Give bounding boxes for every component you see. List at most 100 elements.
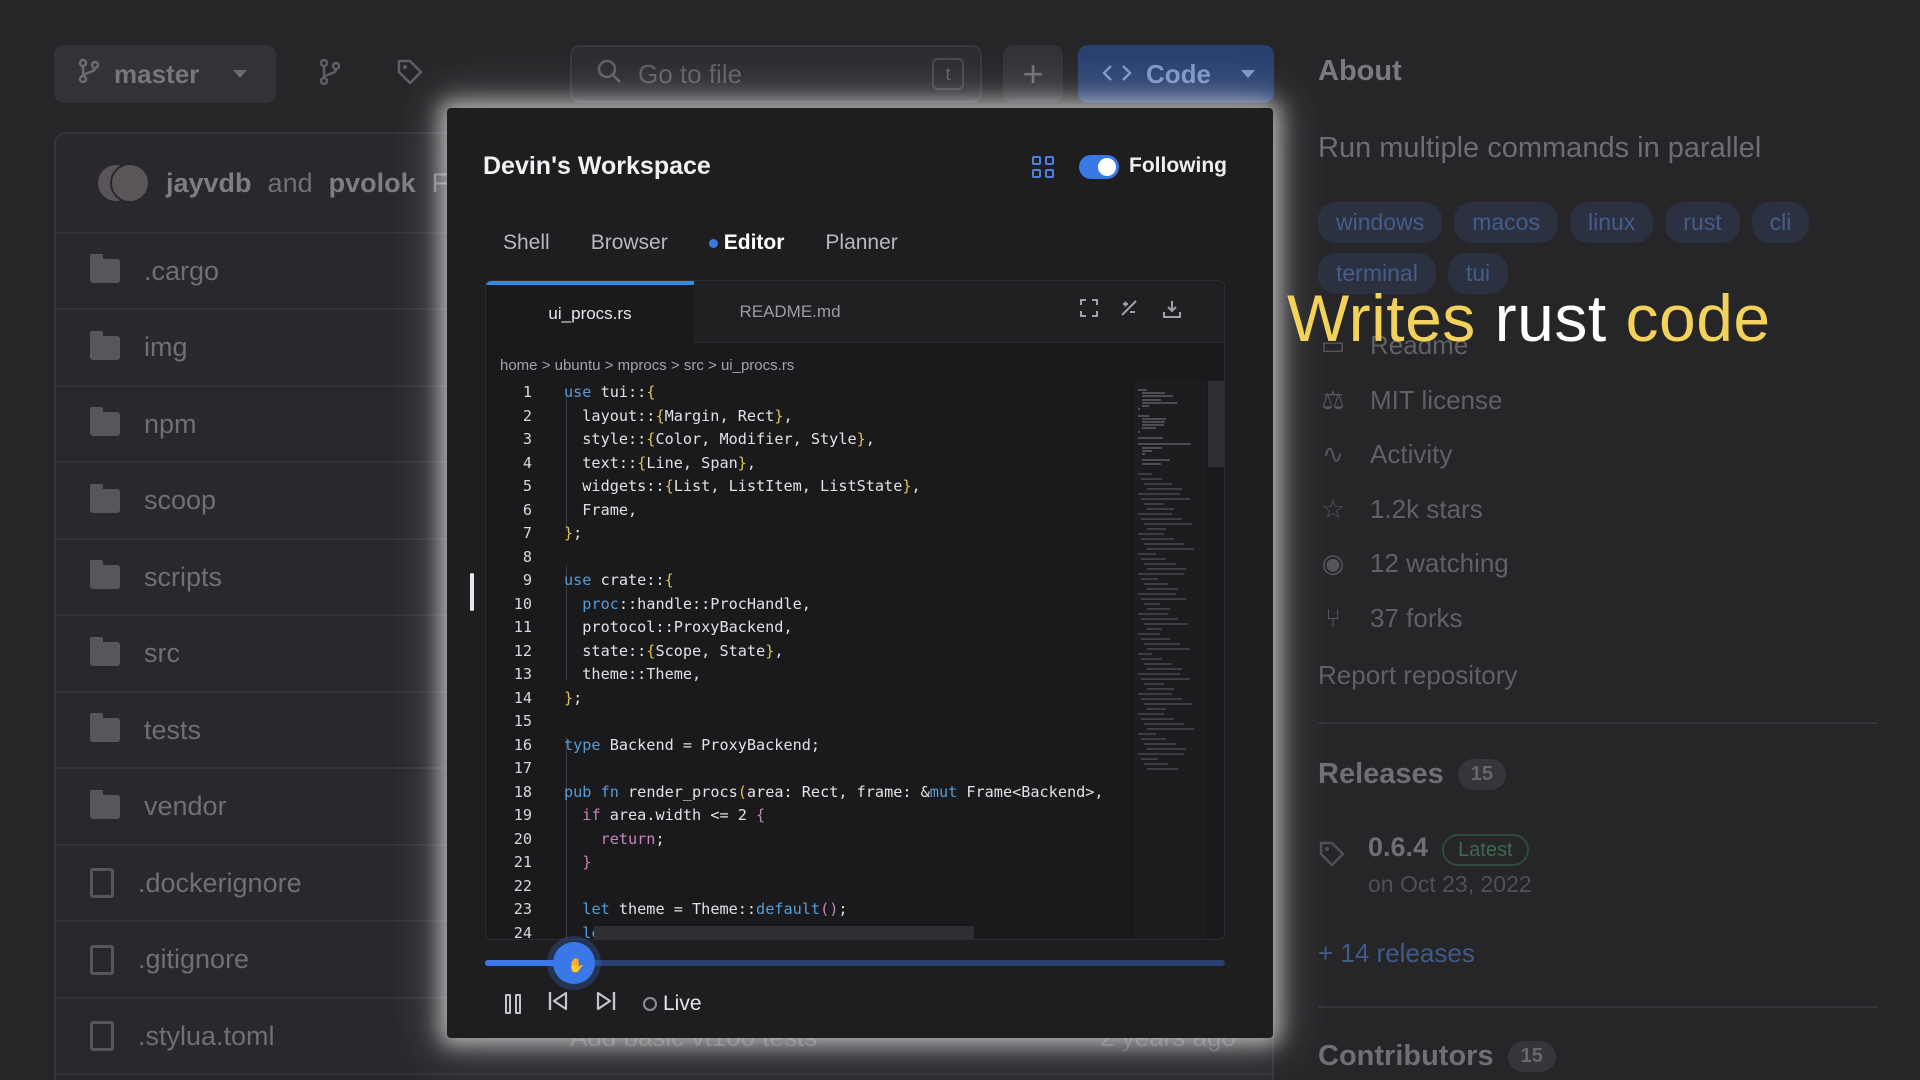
commit-author[interactable]: jayvdb bbox=[166, 168, 252, 199]
file-icon bbox=[90, 868, 114, 898]
minimap-line bbox=[1147, 628, 1162, 630]
about-meta-item[interactable]: ◉ 12 watching bbox=[1318, 548, 1509, 579]
code-line: 8 bbox=[486, 546, 1126, 569]
tab-browser[interactable]: Browser bbox=[591, 231, 668, 255]
vertical-scrollbar[interactable] bbox=[1208, 381, 1224, 467]
code-text: } bbox=[582, 853, 592, 871]
line-number: 7 bbox=[522, 524, 532, 542]
file-name: scripts bbox=[144, 561, 223, 592]
breadcrumb: home > ubuntu > mprocs > src > ui_procs.… bbox=[500, 357, 795, 374]
latest-release[interactable]: 0.6.4 Latest on Oct 23, 2022 bbox=[1318, 832, 1532, 898]
minimap-line bbox=[1147, 508, 1174, 510]
about-meta-item[interactable]: ⚖ MIT license bbox=[1318, 385, 1502, 416]
tab-shell[interactable]: Shell bbox=[503, 231, 550, 255]
minimap-line bbox=[1141, 678, 1190, 680]
minimap-line bbox=[1144, 483, 1172, 485]
about-meta-item[interactable]: ∿ Activity bbox=[1318, 439, 1452, 470]
file-name: .cargo bbox=[144, 255, 220, 286]
line-number: 14 bbox=[513, 688, 532, 707]
minimap-line bbox=[1141, 578, 1158, 580]
branch-selector-button[interactable]: master bbox=[54, 45, 276, 103]
code-button-label: Code bbox=[1146, 58, 1211, 89]
commit-and: and bbox=[267, 167, 313, 198]
live-button[interactable]: Live bbox=[643, 992, 702, 1016]
contributors-heading[interactable]: Contributors 15 bbox=[1318, 1040, 1556, 1073]
minimap-line bbox=[1138, 513, 1172, 515]
following-toggle[interactable] bbox=[1079, 155, 1119, 179]
topic-tag[interactable]: windows bbox=[1318, 202, 1443, 243]
minimap-line bbox=[1147, 728, 1194, 730]
playback-progress-bar[interactable] bbox=[485, 960, 1225, 966]
pause-icon[interactable] bbox=[505, 994, 521, 1014]
minimap-line bbox=[1147, 768, 1178, 770]
code-text: state::{Scope, State}, bbox=[564, 641, 784, 660]
minimap-line bbox=[1147, 568, 1186, 570]
download-icon[interactable] bbox=[1162, 299, 1182, 325]
more-releases-link[interactable]: + 14 releases bbox=[1318, 938, 1475, 969]
minimap[interactable] bbox=[1134, 381, 1206, 939]
code-line: 14}; bbox=[486, 687, 1126, 710]
about-description: Run multiple commands in parallel bbox=[1318, 132, 1762, 164]
minimap-line bbox=[1141, 738, 1166, 740]
line-number: 19 bbox=[513, 806, 532, 824]
topic-tag[interactable]: cli bbox=[1751, 202, 1810, 243]
minimap-line bbox=[1138, 408, 1140, 411]
report-repository-link[interactable]: Report repository bbox=[1318, 660, 1517, 691]
chevron-down-icon bbox=[233, 70, 248, 78]
minimap-line bbox=[1147, 548, 1194, 550]
resize-handle[interactable] bbox=[470, 573, 474, 611]
minimap-line bbox=[1144, 503, 1164, 505]
minimap-line bbox=[1138, 430, 1140, 433]
line-number: 9 bbox=[522, 571, 532, 589]
commit-author[interactable]: pvolok bbox=[329, 168, 416, 199]
workspace-tabs: Shell Browser Editor Planner bbox=[503, 231, 898, 255]
file-tab-readme[interactable]: README.md bbox=[694, 281, 886, 343]
topic-tag[interactable]: rust bbox=[1665, 202, 1740, 243]
releases-heading[interactable]: Releases 15 bbox=[1318, 758, 1507, 791]
code-area[interactable]: 1 use tui::{2 layout::{Margin, Rect}, 3 st… bbox=[486, 381, 1126, 939]
tag-icon[interactable] bbox=[396, 58, 424, 91]
skip-forward-icon[interactable] bbox=[595, 990, 617, 1018]
tab-editor[interactable]: Editor bbox=[708, 231, 784, 255]
minimap-line bbox=[1147, 608, 1170, 610]
avatar bbox=[96, 163, 150, 203]
fullscreen-icon[interactable] bbox=[1080, 299, 1098, 323]
minimap-line bbox=[1141, 638, 1170, 640]
minimap-line bbox=[1141, 558, 1166, 560]
code-button[interactable]: Code bbox=[1078, 45, 1274, 103]
code-line: 3 style::{Color, Modifier, Style}, bbox=[486, 428, 1126, 451]
git-branch-icon bbox=[78, 58, 100, 91]
add-file-button[interactable]: + bbox=[1003, 45, 1063, 103]
code-line: 21 } bbox=[486, 851, 1126, 874]
about-meta-item[interactable]: ☆ 1.2k stars bbox=[1318, 494, 1482, 525]
file-tab-ui-procs[interactable]: ui_procs.rs bbox=[486, 281, 694, 343]
folder-icon bbox=[90, 713, 120, 742]
minimap-line bbox=[1138, 673, 1180, 675]
live-indicator-icon bbox=[643, 997, 657, 1011]
go-to-file-placeholder: Go to file bbox=[638, 58, 743, 89]
minimap-line bbox=[1147, 648, 1190, 650]
topic-tag[interactable]: linux bbox=[1569, 202, 1654, 243]
caption-word: rust bbox=[1494, 281, 1607, 355]
branches-icon[interactable] bbox=[318, 58, 342, 91]
topic-tag[interactable]: macos bbox=[1454, 202, 1558, 243]
minimap-line bbox=[1142, 427, 1156, 430]
releases-count-badge: 15 bbox=[1457, 759, 1507, 790]
line-number: 5 bbox=[522, 477, 532, 495]
horizontal-scrollbar[interactable] bbox=[594, 926, 974, 939]
tab-planner[interactable]: Planner bbox=[825, 231, 897, 255]
minimap-line bbox=[1142, 453, 1145, 455]
line-number: 1 bbox=[522, 383, 532, 401]
about-meta-item[interactable]: ⑂ 37 forks bbox=[1318, 603, 1462, 634]
minimap-line bbox=[1138, 553, 1156, 555]
go-to-file-input[interactable]: Go to file t bbox=[570, 45, 982, 103]
playback-controls: Live bbox=[505, 990, 702, 1018]
skip-back-icon[interactable] bbox=[547, 990, 569, 1018]
playback-scrubber[interactable]: ✋ bbox=[552, 942, 595, 984]
diff-icon[interactable] bbox=[1120, 299, 1138, 323]
code-text: pub fn render_procs(area: Rect, frame: &… bbox=[564, 782, 1104, 801]
minimap-line bbox=[1144, 563, 1176, 565]
cursor-hand-icon: ✋ bbox=[567, 957, 586, 973]
file-name: vendor bbox=[144, 791, 227, 821]
grid-view-icon[interactable] bbox=[1032, 156, 1054, 178]
